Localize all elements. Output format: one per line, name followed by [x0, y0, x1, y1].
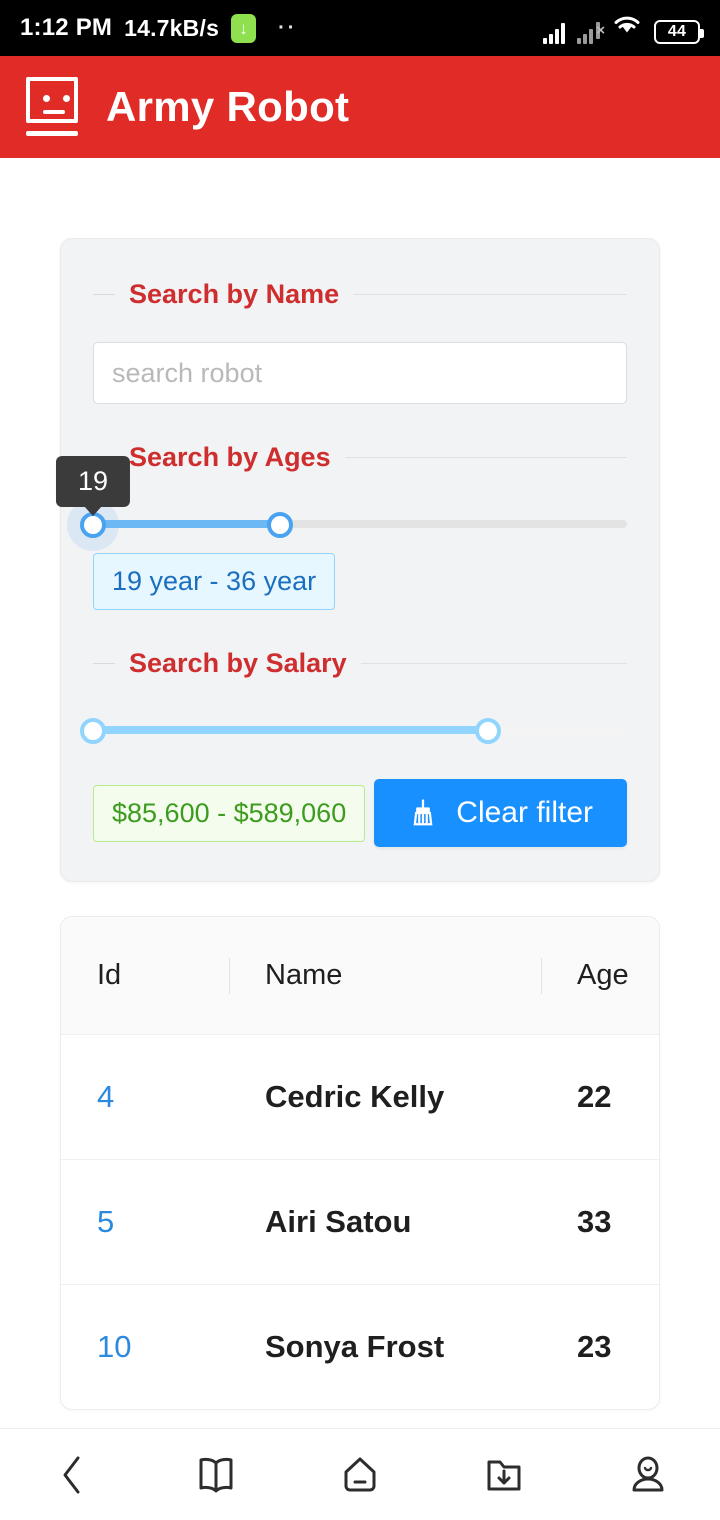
salary-range-slider[interactable] [80, 701, 627, 759]
notification-dots: ·· [278, 16, 298, 39]
clear-filter-button[interactable]: Clear filter [374, 779, 627, 848]
search-by-ages-label: Search by Ages [129, 442, 331, 472]
salary-range-badge: $85,600 - $589,060 [93, 784, 366, 842]
cell-id[interactable]: 4 [61, 1034, 229, 1160]
age-range-slider[interactable]: 19 [55, 456, 627, 553]
folder-download-icon[interactable] [456, 1429, 552, 1520]
column-header-id[interactable]: Id [61, 917, 229, 1035]
robot-face-icon [24, 77, 80, 137]
age-slider-track [93, 520, 280, 528]
legend-rule [360, 663, 627, 665]
status-bar: 1:12 PM 14.7kB/s ↓ ·· × 44 [0, 0, 720, 56]
app-screen: 1:12 PM 14.7kB/s ↓ ·· × 44 Army Robot Se… [0, 0, 720, 1520]
book-icon[interactable] [168, 1429, 264, 1520]
column-header-age[interactable]: Age [541, 917, 659, 1035]
status-network-speed: 14.7kB/s [124, 14, 220, 41]
cell-age: 33 [541, 1159, 659, 1285]
cell-name: Airi Satou [229, 1159, 541, 1285]
cell-id[interactable]: 10 [61, 1284, 229, 1410]
status-time: 1:12 PM [20, 14, 113, 41]
back-chevron-icon[interactable] [24, 1429, 120, 1520]
search-by-salary-legend: Search by Salary [93, 648, 627, 679]
legend-dash-left [93, 663, 115, 665]
signal-bars-icon [543, 22, 565, 44]
salary-slider-track [93, 726, 489, 735]
table-header: Id Name Age [61, 917, 659, 1035]
home-icon[interactable] [312, 1429, 408, 1520]
download-arrow-icon: ↓ [231, 13, 257, 43]
wifi-icon [612, 13, 642, 44]
cell-age: 23 [541, 1284, 659, 1410]
legend-rule [353, 294, 627, 295]
bottom-navigation-bar [0, 1428, 720, 1520]
status-bar-left: 1:12 PM 14.7kB/s ↓ ·· [20, 13, 298, 43]
status-bar-right: × 44 [543, 13, 704, 44]
cell-name: Sonya Frost [229, 1284, 541, 1410]
cell-id[interactable]: 5 [61, 1159, 229, 1285]
app-bar: Army Robot [0, 56, 720, 158]
table-row[interactable]: 10 Sonya Frost 23 [61, 1284, 659, 1410]
results-table-card: Id Name Age 4 Cedric Kelly 22 5 Airi Sat… [60, 916, 660, 1411]
table-body: 4 Cedric Kelly 22 5 Airi Satou 33 10 Son… [61, 1034, 659, 1410]
filter-card: Search by Name Search by Ages 19 19 y [55, 238, 660, 883]
robots-table: Id Name Age 4 Cedric Kelly 22 5 Airi Sat… [61, 917, 659, 1410]
battery-icon: 44 [654, 19, 704, 44]
main-content: Search by Name Search by Ages 19 19 y [0, 158, 720, 1468]
signal-no-sim-icon: × [577, 21, 605, 44]
age-slider-handle-max[interactable] [266, 512, 293, 538]
search-input[interactable] [93, 342, 627, 404]
legend-dash-left [93, 294, 115, 295]
search-by-name-label: Search by Name [129, 279, 340, 309]
broom-icon [408, 798, 438, 828]
battery-level: 44 [667, 22, 687, 40]
age-range-badge: 19 year - 36 year [93, 553, 336, 611]
salary-slider-handle-min[interactable] [80, 718, 106, 745]
column-header-name[interactable]: Name [229, 917, 541, 1035]
cell-age: 22 [541, 1034, 659, 1160]
page-title: Army Robot [106, 83, 350, 130]
search-by-name-legend: Search by Name [93, 279, 627, 310]
table-header-row: Id Name Age [61, 917, 659, 1035]
legend-rule [344, 457, 627, 458]
table-row[interactable]: 4 Cedric Kelly 22 [61, 1034, 659, 1160]
cell-name: Cedric Kelly [229, 1034, 541, 1160]
salary-slider-handle-max[interactable] [475, 718, 502, 745]
search-by-salary-label: Search by Salary [129, 648, 347, 679]
table-row[interactable]: 5 Airi Satou 33 [61, 1159, 659, 1285]
search-by-ages-legend: Search by Ages [93, 442, 627, 473]
salary-row: $85,600 - $589,060 Clear filter [93, 779, 627, 848]
clear-filter-label: Clear filter [456, 796, 593, 830]
age-slider-tooltip: 19 [55, 456, 131, 516]
profile-icon[interactable] [600, 1429, 696, 1520]
